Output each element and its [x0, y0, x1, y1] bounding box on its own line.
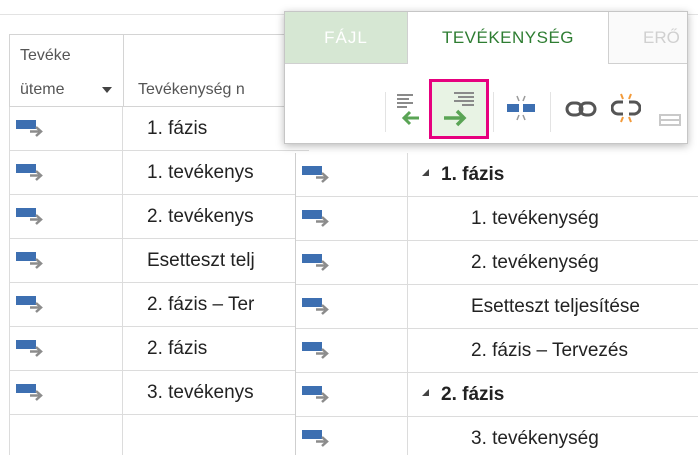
link-tasks-button[interactable]: [565, 98, 599, 120]
subtask-name[interactable]: 2. fázis – Tervezés: [471, 329, 628, 372]
tab-task[interactable]: TEVÉKENYSÉG: [407, 12, 609, 64]
column-header-task-mode-line1: Tevéke: [20, 47, 71, 64]
task-mode-cell[interactable]: [296, 197, 408, 240]
auto-scheduled-task-icon: [302, 296, 330, 316]
collapse-triangle-icon[interactable]: [422, 389, 429, 396]
auto-scheduled-task-icon: [16, 206, 44, 226]
task-mode-cell[interactable]: [296, 373, 408, 416]
task-mode-cell[interactable]: [296, 285, 408, 328]
unlink-tasks-button[interactable]: [610, 92, 642, 124]
task-name-text: 2. fázis – Ter: [147, 294, 255, 315]
ribbon-overflow-icon[interactable]: [659, 114, 681, 126]
auto-scheduled-task-icon: [16, 294, 44, 314]
auto-scheduled-task-icon: [16, 118, 44, 138]
summary-task-name[interactable]: 1. fázis: [441, 153, 504, 196]
table-row[interactable]: 2. fázis: [296, 373, 698, 417]
column-header-task-mode-line2: üteme: [20, 81, 65, 98]
split-task-icon: [507, 95, 535, 121]
task-mode-cell[interactable]: [9, 371, 123, 414]
task-name-cell[interactable]: 2. fázis – Ter: [133, 283, 254, 326]
table-row[interactable]: 2. fázis – Ter: [9, 283, 309, 327]
subtask-name[interactable]: Esetteszt teljesítése: [471, 285, 640, 328]
indent-task-button[interactable]: [429, 79, 489, 139]
table-row[interactable]: 1. tevékenys: [9, 151, 309, 195]
table-row[interactable]: Esetteszt teljesítése: [296, 285, 698, 329]
task-name-cell[interactable]: 2. tevékenys: [133, 195, 254, 238]
table-row[interactable]: 2. fázis – Tervezés: [296, 329, 698, 373]
task-mode-cell[interactable]: [296, 417, 408, 455]
table-row[interactable]: Esetteszt telj: [9, 239, 309, 283]
task-mode-cell[interactable]: [9, 107, 123, 150]
link-tasks-icon: [565, 101, 597, 117]
task-name-text: 2. tevékenys: [147, 206, 254, 227]
auto-scheduled-task-icon: [16, 382, 44, 402]
task-name-text: 1. fázis: [147, 118, 208, 139]
task-mode-cell[interactable]: [9, 239, 123, 282]
auto-scheduled-task-icon: [302, 384, 330, 404]
auto-scheduled-task-icon: [302, 340, 330, 360]
auto-scheduled-task-icon: [302, 252, 330, 272]
task-mode-cell[interactable]: [9, 195, 123, 238]
table-row[interactable]: 3. tevékenys: [9, 371, 309, 415]
task-name-cell[interactable]: 2. fázis: [133, 327, 207, 370]
outdent-task-button[interactable]: [395, 92, 425, 128]
auto-scheduled-task-icon: [16, 162, 44, 182]
ribbon-separator: [493, 92, 494, 132]
unlink-tasks-icon: [610, 93, 642, 123]
table-row[interactable]: 2. fázis: [9, 327, 309, 371]
task-mode-cell[interactable]: [9, 283, 123, 326]
summary-task-name[interactable]: 2. fázis: [441, 373, 504, 416]
task-name-cell[interactable]: 1. tevékenys: [133, 151, 254, 194]
auto-scheduled-task-icon: [16, 338, 44, 358]
auto-scheduled-task-icon: [302, 428, 330, 448]
task-name-cell[interactable]: 3. tevékenys: [133, 371, 254, 414]
table-row[interactable]: 1. tevékenység: [296, 197, 698, 241]
subtask-name[interactable]: 2. tevékenység: [471, 241, 599, 284]
table-row[interactable]: 1. fázis: [296, 153, 698, 197]
task-mode-cell[interactable]: [296, 241, 408, 284]
task-name-text: 2. fázis: [147, 338, 208, 359]
ribbon-tab-strip: FÁJL TEVÉKENYSÉG ERŐ: [285, 12, 687, 64]
ribbon-separator: [550, 92, 551, 132]
column-header-task-name-label: Tevékenység n: [138, 81, 245, 98]
table-row[interactable]: 2. tevékenység: [296, 241, 698, 285]
tab-file[interactable]: FÁJL: [285, 12, 407, 63]
indent-task-icon: [444, 92, 474, 127]
task-mode-cell[interactable]: [9, 151, 123, 194]
task-name-cell[interactable]: Esetteszt telj: [133, 239, 255, 282]
table-row[interactable]: 1. fázis: [9, 107, 309, 151]
collapse-triangle-icon[interactable]: [422, 169, 429, 176]
task-name-text: 1. tevékenys: [147, 162, 254, 183]
task-mode-cell[interactable]: [296, 153, 408, 196]
task-mode-cell[interactable]: [9, 327, 123, 370]
auto-scheduled-task-icon: [16, 250, 44, 270]
task-sheet-foreground: 1. fázis 1. tevékenység 2. tevékenység Eset…: [295, 153, 698, 455]
task-name-cell[interactable]: 1. fázis: [133, 107, 207, 150]
tab-divider: [285, 63, 407, 64]
ribbon-panel: FÁJL TEVÉKENYSÉG ERŐ: [284, 11, 688, 144]
empty-row[interactable]: [9, 415, 123, 455]
split-task-button[interactable]: [505, 94, 539, 124]
ribbon-separator: [385, 92, 386, 132]
subtask-name[interactable]: 3. tevékenység: [471, 417, 599, 455]
column-header-task-mode[interactable]: Tevéke üteme: [9, 34, 124, 107]
auto-scheduled-task-icon: [302, 164, 330, 184]
subtask-name[interactable]: 1. tevékenység: [471, 197, 599, 240]
column-filter-dropdown-icon[interactable]: [102, 87, 112, 93]
task-mode-cell[interactable]: [296, 329, 408, 372]
task-name-text: 3. tevékenys: [147, 382, 254, 403]
outdent-task-icon: [397, 94, 419, 126]
auto-scheduled-task-icon: [302, 208, 330, 228]
task-name-text: Esetteszt telj: [147, 250, 255, 271]
tab-resource[interactable]: ERŐ: [609, 12, 687, 63]
table-row[interactable]: 3. tevékenység: [296, 417, 698, 455]
tab-divider: [609, 63, 687, 64]
table-row[interactable]: 2. tevékenys: [9, 195, 309, 239]
